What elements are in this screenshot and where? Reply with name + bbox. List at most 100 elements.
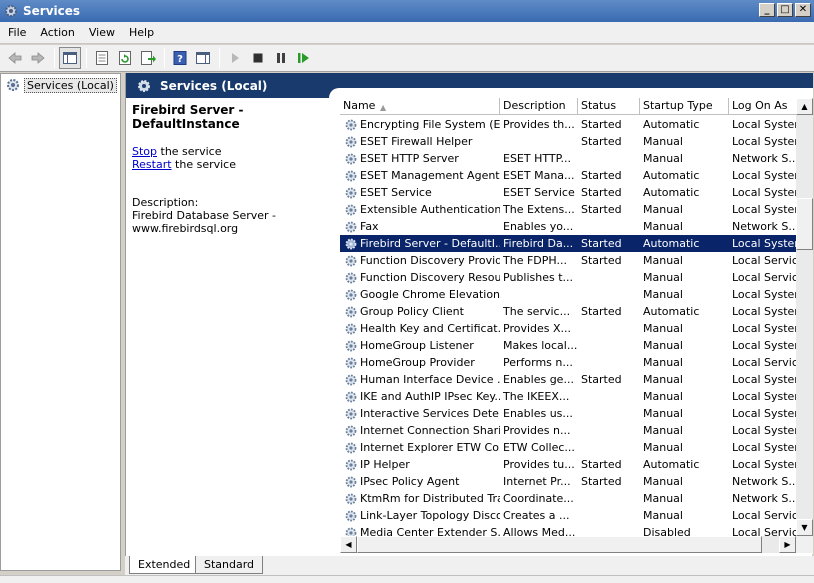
service-name-cell: IPsec Policy Agent: [340, 473, 500, 490]
table-row[interactable]: Internet Connection Shari... Provides n..…: [340, 422, 796, 439]
maximize-button[interactable]: □: [777, 3, 793, 17]
services-gear-icon: [138, 80, 150, 92]
restart-service-link[interactable]: Restart: [132, 158, 172, 171]
forward-button[interactable]: [27, 47, 49, 69]
table-row[interactable]: Function Discovery Resou... Publishes t..…: [340, 269, 796, 286]
tree-item-label: Services (Local): [24, 77, 117, 93]
service-name: Extensible Authentication...: [360, 203, 500, 216]
service-description-cell: Enables ge...: [503, 373, 574, 386]
service-name-cell: ESET Firewall Helper: [340, 133, 500, 150]
service-detail-panel: Firebird Server - DefaultInstance Stop t…: [132, 103, 332, 235]
table-row[interactable]: Interactive Services Dete... Enables us..…: [340, 405, 796, 422]
close-button[interactable]: ✕: [795, 3, 811, 17]
service-gear-icon: [345, 442, 357, 453]
table-row[interactable]: IKE and AuthIP IPsec Key... The IKEEX... M…: [340, 388, 796, 405]
table-row[interactable]: ESET Firewall Helper Started Manual Local S…: [340, 133, 796, 150]
menu-file[interactable]: File: [0, 22, 33, 44]
table-row[interactable]: Link-Layer Topology Disco... Creates a ..…: [340, 507, 796, 524]
service-gear-icon: [345, 391, 357, 402]
service-name: Group Policy Client: [360, 305, 464, 318]
table-row[interactable]: Internet Explorer ETW Co... ETW Collec...…: [340, 439, 796, 456]
column-header-status[interactable]: Status: [578, 98, 640, 115]
column-header-startup-type[interactable]: Startup Type: [640, 98, 729, 115]
show-hide-action-pane-icon: [196, 52, 210, 64]
table-row[interactable]: ESET HTTP Server ESET HTTP... Manual Networ…: [340, 150, 796, 167]
service-log-on-as-cell: Network S...: [732, 220, 796, 233]
restart-service-button[interactable]: [293, 47, 315, 69]
table-row[interactable]: Health Key and Certificat... Provides X..…: [340, 320, 796, 337]
vertical-scroll-thumb[interactable]: [796, 198, 813, 250]
service-log-on-as-cell: Local System: [732, 441, 796, 454]
table-row[interactable]: Encrypting File System (E... Provides th.…: [340, 116, 796, 133]
console-tree: Services (Local): [0, 73, 121, 571]
toolbar-separator: [54, 48, 55, 68]
table-row[interactable]: IPsec Policy Agent Internet Pr... Started M…: [340, 473, 796, 490]
export-list-button[interactable]: [137, 47, 159, 69]
show-hide-console-tree-button[interactable]: [59, 47, 81, 69]
table-row[interactable]: KtmRm for Distributed Tra... Coordinate..…: [340, 490, 796, 507]
scroll-up-button[interactable]: ▲: [796, 98, 813, 115]
show-hide-action-pane-button[interactable]: [192, 47, 214, 69]
service-status-cell: [578, 405, 640, 422]
service-startup-type-cell: Automatic: [643, 186, 700, 199]
service-name: Interactive Services Dete...: [360, 407, 500, 420]
service-name: IKE and AuthIP IPsec Key...: [360, 390, 500, 403]
stop-service-button[interactable]: [247, 47, 269, 69]
tab-standard[interactable]: Standard: [195, 556, 264, 574]
service-name: Google Chrome Elevation ...: [360, 288, 500, 301]
service-description-cell: Firebird Da...: [503, 237, 574, 250]
table-row[interactable]: Firebird Server - DefaultI... Firebird Da…: [340, 235, 796, 252]
menu-help[interactable]: Help: [122, 22, 161, 44]
table-row[interactable]: Human Interface Device ... Enables ge... S…: [340, 371, 796, 388]
menu-action[interactable]: Action: [33, 22, 81, 44]
scroll-left-button[interactable]: ◀: [340, 536, 357, 553]
table-row[interactable]: ESET Service ESET Service Started Automatic…: [340, 184, 796, 201]
service-description-cell: Internet Pr...: [503, 475, 571, 488]
table-row[interactable]: Google Chrome Elevation ... Manual Local S…: [340, 286, 796, 303]
services-pane: Services (Local) Firebird Server - Defau…: [125, 73, 813, 573]
tree-item-services-local[interactable]: Services (Local): [5, 77, 117, 93]
column-header-description[interactable]: Description: [500, 98, 578, 115]
horizontal-scroll-thumb[interactable]: [357, 536, 762, 553]
start-service-button[interactable]: [224, 47, 246, 69]
stop-service-link[interactable]: Stop: [132, 145, 157, 158]
service-gear-icon: [345, 476, 357, 487]
refresh-button[interactable]: [114, 47, 136, 69]
table-row[interactable]: HomeGroup Provider Performs n... Manual Loc…: [340, 354, 796, 371]
service-name: HomeGroup Provider: [360, 356, 475, 369]
back-button[interactable]: [4, 47, 26, 69]
pause-service-button[interactable]: [270, 47, 292, 69]
scroll-down-button[interactable]: ▼: [796, 519, 813, 536]
header-curve: [329, 88, 813, 98]
properties-button[interactable]: [91, 47, 113, 69]
services-list: Name ▲ Description Status Startup Type Lo…: [340, 98, 813, 554]
table-row[interactable]: Extensible Authentication... The Extens..…: [340, 201, 796, 218]
vertical-scrollbar[interactable]: ▲ ▼: [796, 98, 813, 536]
table-row[interactable]: Media Center Extender S... Allows Med... D…: [340, 524, 796, 536]
column-header-log-on-as[interactable]: Log On As: [729, 98, 796, 115]
service-description-cell: Provides X...: [503, 322, 572, 335]
tab-extended[interactable]: Extended: [129, 556, 200, 574]
help-button[interactable]: ?: [169, 47, 191, 69]
table-row[interactable]: Function Discovery Provid... The FDPH... S…: [340, 252, 796, 269]
service-gear-icon: [345, 170, 357, 181]
service-status-cell: [578, 388, 640, 405]
minimize-button[interactable]: _: [759, 3, 775, 17]
table-row[interactable]: IP Helper Provides tu... Started Automatic L…: [340, 456, 796, 473]
service-startup-type-cell: Manual: [643, 152, 683, 165]
table-row[interactable]: ESET Management Agent ESET Mana... Started…: [340, 167, 796, 184]
service-startup-type-cell: Manual: [643, 356, 683, 369]
toolbar: ?: [0, 45, 814, 72]
column-header-name[interactable]: Name ▲: [340, 98, 500, 115]
menu-view[interactable]: View: [82, 22, 122, 44]
service-name: Encrypting File System (E...: [360, 118, 500, 131]
table-row[interactable]: HomeGroup Listener Makes local... Manual Lo…: [340, 337, 796, 354]
table-row[interactable]: Fax Enables yo... Manual Network S...: [340, 218, 796, 235]
service-gear-icon: [345, 493, 357, 504]
table-row[interactable]: Group Policy Client The servic... Started A…: [340, 303, 796, 320]
scroll-right-button[interactable]: ▶: [779, 536, 796, 553]
menu-bar: File Action View Help: [0, 22, 814, 44]
horizontal-scrollbar[interactable]: ◀ ▶: [340, 536, 796, 553]
window-controls: _ □ ✕: [759, 3, 811, 17]
service-gear-icon: [345, 374, 357, 385]
